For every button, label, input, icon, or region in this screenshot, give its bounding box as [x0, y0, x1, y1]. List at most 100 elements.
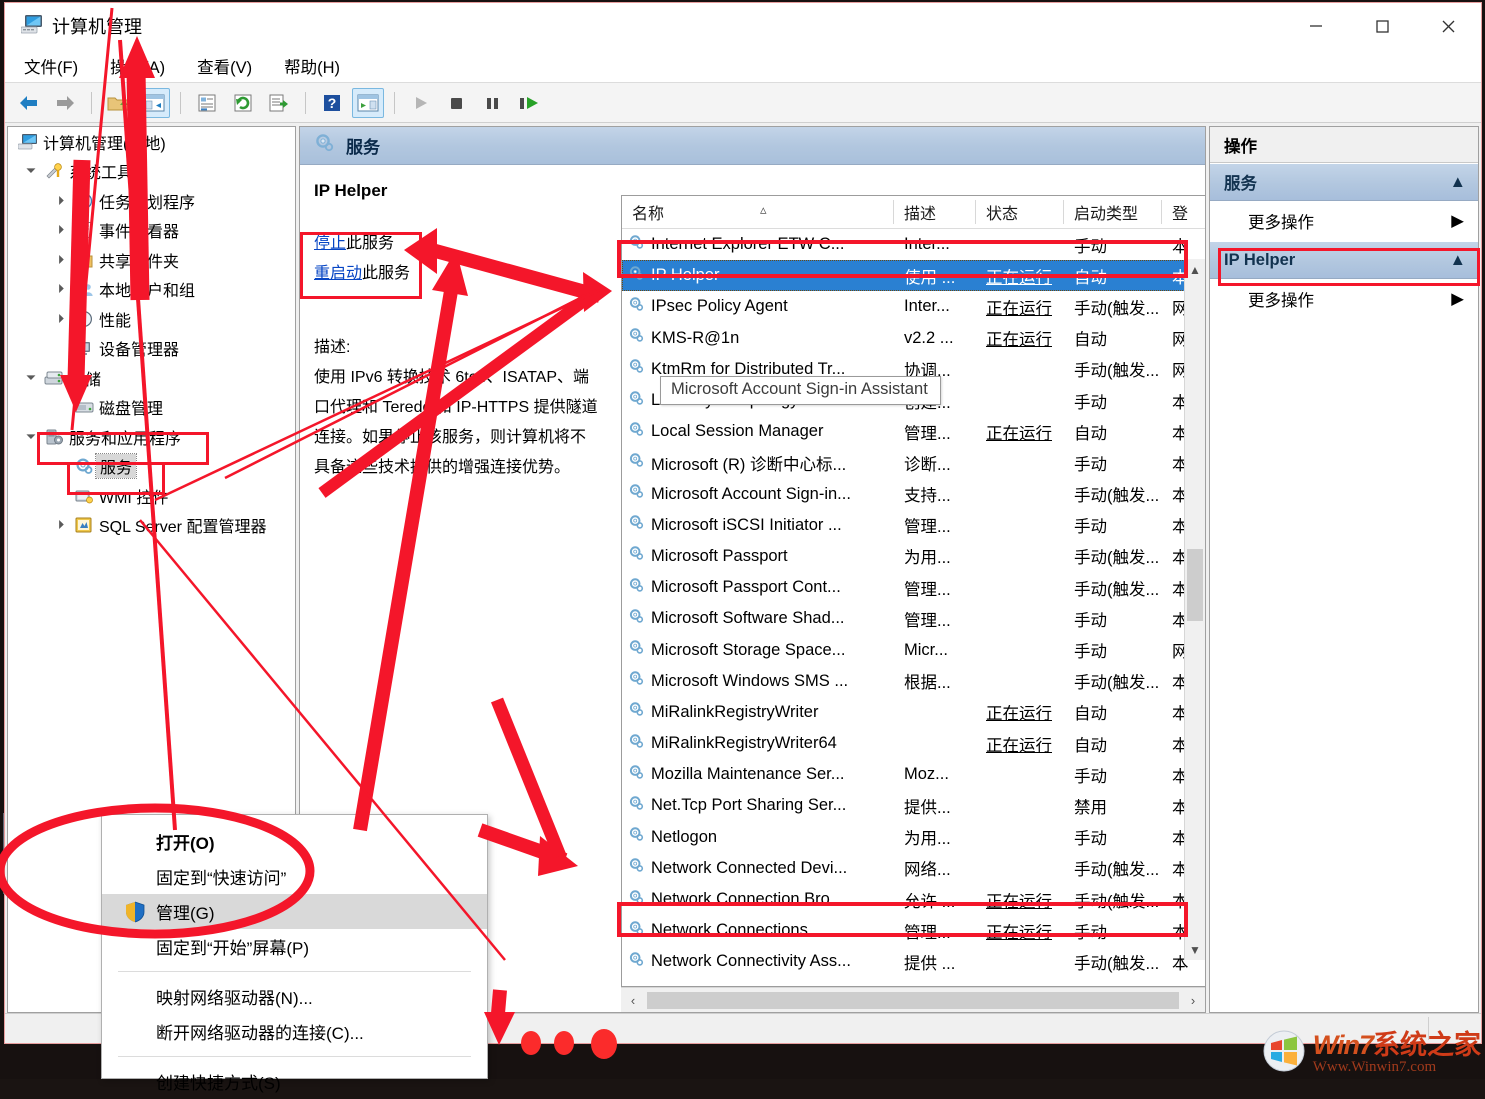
table-row[interactable]: Microsoft Passport为用...手动(触发...本	[622, 541, 1205, 572]
horizontal-scroll-thumb[interactable]	[647, 992, 1179, 1009]
scroll-right-arrow-icon[interactable]: ›	[1181, 993, 1205, 1008]
tree-item-event-viewer[interactable]: ⏵ 事件查看器	[8, 216, 295, 246]
table-row[interactable]: Microsoft Passport Cont...管理...手动(触发...本	[622, 572, 1205, 603]
service-list-vertical-scrollbar[interactable]: ▲ ▼	[1184, 259, 1205, 960]
action-more-actions-ip-helper[interactable]: 更多操作 ▶	[1210, 279, 1478, 319]
actions-group-services[interactable]: 服务 ▲	[1210, 163, 1478, 201]
chevron-down-icon[interactable]: ⏷	[20, 429, 42, 445]
table-row[interactable]: Internet Explorer ETW C...Inter...手动本	[622, 229, 1205, 260]
table-row[interactable]: Network Connected Devi...网络...手动(触发...本	[622, 853, 1205, 884]
table-row[interactable]: Network Connection Bro...允许 ...正在运行手动(触发…	[622, 884, 1205, 915]
chevron-right-icon[interactable]: ⏵	[50, 311, 72, 327]
table-row[interactable]: Microsoft iSCSI Initiator ...管理...手动本	[622, 510, 1205, 541]
menu-action[interactable]: 操作(A)	[107, 52, 168, 80]
table-row[interactable]: Mozilla Maintenance Ser...Moz...手动本	[622, 759, 1205, 790]
table-row[interactable]: Microsoft (R) 诊断中心标...诊断...手动本	[622, 447, 1205, 478]
context-menu-item-create-shortcut[interactable]: 创建快捷方式(S)	[102, 1064, 487, 1099]
tree-item-storage[interactable]: ⏷ 存储	[8, 363, 295, 393]
chevron-right-icon[interactable]: ⏵	[50, 517, 72, 533]
column-header-logon-as[interactable]: 登	[1162, 200, 1196, 224]
tree-item-services[interactable]: 服务	[8, 452, 295, 482]
table-row[interactable]: Microsoft Software Shad...管理...手动本	[622, 603, 1205, 634]
back-icon[interactable]	[13, 88, 45, 118]
maximize-button[interactable]	[1349, 3, 1415, 49]
stop-service-link[interactable]: 停止	[314, 235, 346, 252]
table-row[interactable]: Netlogon为用...手动本	[622, 822, 1205, 853]
start-service-icon[interactable]	[405, 88, 437, 118]
service-list-column: 名称 ▵ 描述 状态 启动类型	[612, 165, 1205, 1012]
context-menu-item-pin-start[interactable]: 固定到“开始”屏幕(P)	[102, 929, 487, 964]
chevron-up-icon[interactable]: ▲	[1450, 251, 1466, 270]
tree-item-disk-management[interactable]: 磁盘管理	[8, 393, 295, 423]
vertical-scroll-thumb[interactable]	[1187, 549, 1203, 621]
table-row[interactable]: MiRalinkRegistryWriter64正在运行自动本	[622, 728, 1205, 759]
menu-file[interactable]: 文件(F)	[21, 52, 81, 80]
chevron-down-icon[interactable]: ⏷	[20, 163, 42, 179]
context-menu-item-manage[interactable]: 管理(G)	[102, 894, 487, 929]
tree-root-computer-management[interactable]: 计算机管理(本地)	[8, 127, 295, 157]
tree-item-services-and-applications[interactable]: ⏷ 服务和应用程序	[8, 422, 295, 452]
context-menu-item-pin-quick-access[interactable]: 固定到“快速访问”	[102, 859, 487, 894]
chevron-right-icon[interactable]: ⏵	[50, 193, 72, 209]
chevron-right-icon[interactable]: ⏵	[50, 222, 72, 238]
actions-group-ip-helper[interactable]: IP Helper ▲	[1210, 241, 1478, 279]
scroll-up-arrow-icon[interactable]: ▲	[1185, 259, 1205, 280]
context-menu-item-map-network-drive[interactable]: 映射网络驱动器(N)...	[102, 979, 487, 1014]
help-icon[interactable]: ?	[316, 88, 348, 118]
tree-item-local-users-groups[interactable]: ⏵ 本地用户和组	[8, 275, 295, 305]
table-row[interactable]: MiRalinkRegistryWriter正在运行自动本	[622, 697, 1205, 728]
chevron-up-icon[interactable]: ▲	[1450, 173, 1466, 192]
close-button[interactable]	[1415, 3, 1481, 49]
tree-item-shared-folders[interactable]: ⏵ 共享文件夹	[8, 245, 295, 275]
tree-item-task-scheduler[interactable]: ⏵ 任务计划程序	[8, 186, 295, 216]
stop-service-icon[interactable]	[441, 88, 473, 118]
service-name-cell: Microsoft iSCSI Initiator ...	[622, 514, 894, 536]
tree-item-device-manager[interactable]: 设备管理器	[8, 334, 295, 364]
chevron-right-icon[interactable]: ⏵	[50, 281, 72, 297]
table-row[interactable]: Local Session Manager管理...正在运行自动本	[622, 416, 1205, 447]
up-folder-icon[interactable]	[102, 88, 134, 118]
table-row[interactable]: IP Helper使用 ...正在运行自动本	[622, 260, 1205, 291]
context-menu-item-disconnect-network-drive[interactable]: 断开网络驱动器的连接(C)...	[102, 1014, 487, 1049]
show-action-pane-icon[interactable]	[352, 88, 384, 118]
tree-item-performance[interactable]: ⏵ 性能	[8, 304, 295, 334]
table-row[interactable]: Microsoft Windows SMS ...根据...手动(触发...本	[622, 666, 1205, 697]
context-menu-item-open[interactable]: 打开(O)	[102, 824, 487, 859]
table-row[interactable]: Network Connections管理...正在运行手动本	[622, 915, 1205, 946]
table-row[interactable]: IPsec Policy AgentInter...正在运行手动(触发...网	[622, 291, 1205, 322]
action-more-actions-services[interactable]: 更多操作 ▶	[1210, 201, 1478, 241]
table-row[interactable]: Network Connectivity Ass...提供 ...手动(触发..…	[622, 946, 1205, 977]
column-header-startup-type[interactable]: 启动类型	[1064, 200, 1162, 224]
column-header-status[interactable]: 状态	[976, 200, 1064, 224]
column-header-name[interactable]: 名称 ▵	[622, 200, 894, 224]
pause-service-icon[interactable]	[477, 88, 509, 118]
table-row[interactable]: Microsoft Account Sign-in...支持...手动(触发..…	[622, 479, 1205, 510]
tree-item-system-tools[interactable]: ⏷ 系统工具	[8, 157, 295, 187]
scroll-down-arrow-icon[interactable]: ▼	[1185, 939, 1205, 960]
menu-view[interactable]: 查看(V)	[194, 52, 255, 80]
service-rows[interactable]: Internet Explorer ETW C...Inter...手动本IP …	[622, 229, 1205, 986]
chevron-right-icon[interactable]: ⏵	[50, 252, 72, 268]
scroll-left-arrow-icon[interactable]: ‹	[621, 993, 645, 1008]
properties-icon[interactable]	[191, 88, 223, 118]
tree-item-wmi-control[interactable]: WMI 控件	[8, 481, 295, 511]
tree-item-sql-server-config-manager[interactable]: ⏵ SQL Server 配置管理器	[8, 511, 295, 541]
service-startup-type-cell: 手动(触发...	[1064, 576, 1162, 600]
menu-help[interactable]: 帮助(H)	[281, 52, 343, 80]
this-pc-context-menu[interactable]: 打开(O) 固定到“快速访问” 管理(G) 固定到“开始”屏幕(P) 映射网络驱…	[101, 814, 488, 1079]
refresh-icon[interactable]	[227, 88, 259, 118]
show-tree-icon[interactable]	[138, 88, 170, 118]
table-row[interactable]: Net.Tcp Port Sharing Ser...提供...禁用本	[622, 790, 1205, 821]
restart-service-icon[interactable]	[513, 88, 545, 118]
export-list-icon[interactable]	[263, 88, 295, 118]
stop-service-suffix: 此服务	[346, 235, 394, 252]
chevron-down-icon[interactable]: ⏷	[20, 370, 42, 386]
table-row[interactable]: Microsoft Storage Space...Micr...手动网	[622, 634, 1205, 665]
minimize-button[interactable]	[1283, 3, 1349, 49]
service-list-horizontal-scrollbar[interactable]: ‹ ›	[621, 987, 1205, 1012]
column-header-description[interactable]: 描述	[894, 200, 976, 224]
restart-service-link[interactable]: 重启动	[314, 265, 362, 282]
forward-icon[interactable]	[49, 88, 81, 118]
table-row[interactable]: KMS-R@1nv2.2 ...正在运行自动网	[622, 323, 1205, 354]
service-gear-icon	[628, 452, 645, 474]
